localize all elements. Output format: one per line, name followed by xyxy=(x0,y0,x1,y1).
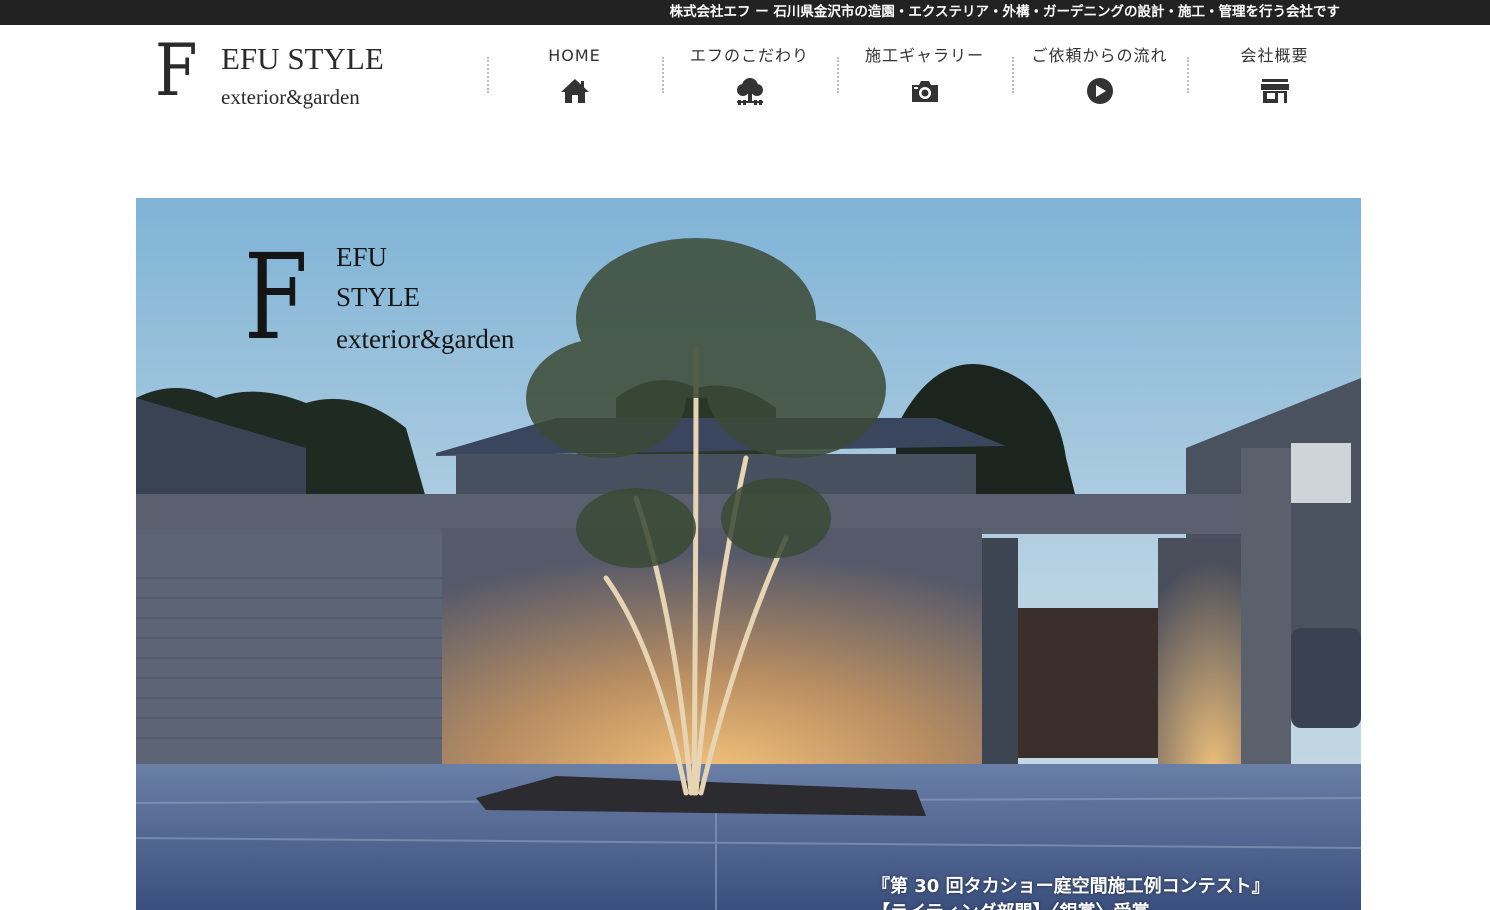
logo-tagline: exterior&garden xyxy=(221,85,360,109)
hero-logo-line2: STYLE xyxy=(336,282,420,312)
site-logo[interactable]: F EFU STYLE exterior&garden xyxy=(155,34,415,113)
hero-award-caption: 『第 30 回タカショー庭空間施工例コンテスト』 【ライティング部門】〈銀賞〉受… xyxy=(872,874,1270,910)
company-tagline: 株式会社エフ ー 石川県金沢市の造園・エクステリア・外構・ガーデニングの設計・施… xyxy=(669,4,1341,20)
main-nav: HOME エフのこだわり 施工ギャラリー ご依頼からの流れ 会社概要 xyxy=(487,40,1362,112)
nav-label: ご依頼からの流れ xyxy=(1031,46,1168,65)
logo-name: EFU STYLE xyxy=(221,41,384,76)
hero-logo-line3: exterior&garden xyxy=(336,324,515,354)
nav-item-flow[interactable]: ご依頼からの流れ xyxy=(1012,40,1187,112)
hero-logo: F EFU STYLE exterior&garden xyxy=(244,236,574,366)
top-bar: 株式会社エフ ー 石川県金沢市の造園・エクステリア・外構・ガーデニングの設計・施… xyxy=(0,0,1490,25)
nav-item-home[interactable]: HOME xyxy=(487,40,662,112)
hero-caption-line2: 【ライティング部門】〈銀賞〉受賞 xyxy=(872,900,1270,910)
nav-item-company[interactable]: 会社概要 xyxy=(1187,40,1362,112)
nav-label: 施工ギャラリー xyxy=(864,46,984,65)
logo-letter: F xyxy=(155,28,198,112)
hero-slideshow[interactable]: F EFU STYLE exterior&garden 『第 30 回タカショー… xyxy=(136,198,1361,910)
store-icon xyxy=(1259,76,1291,106)
nav-item-gallery[interactable]: 施工ギャラリー xyxy=(837,40,1012,112)
nav-label: HOME xyxy=(548,46,601,65)
hero-logo-line1: EFU xyxy=(336,242,388,272)
hero-logo-letter: F xyxy=(244,228,308,366)
nav-label: 会社概要 xyxy=(1240,46,1309,65)
nav-label: エフのこだわり xyxy=(689,46,809,65)
home-icon xyxy=(559,76,591,106)
tree-icon xyxy=(734,76,766,106)
play-circle-icon xyxy=(1084,76,1116,106)
camera-icon xyxy=(909,76,941,106)
nav-item-commitment[interactable]: エフのこだわり xyxy=(662,40,837,112)
hero-caption-line1: 『第 30 回タカショー庭空間施工例コンテスト』 xyxy=(872,876,1270,897)
